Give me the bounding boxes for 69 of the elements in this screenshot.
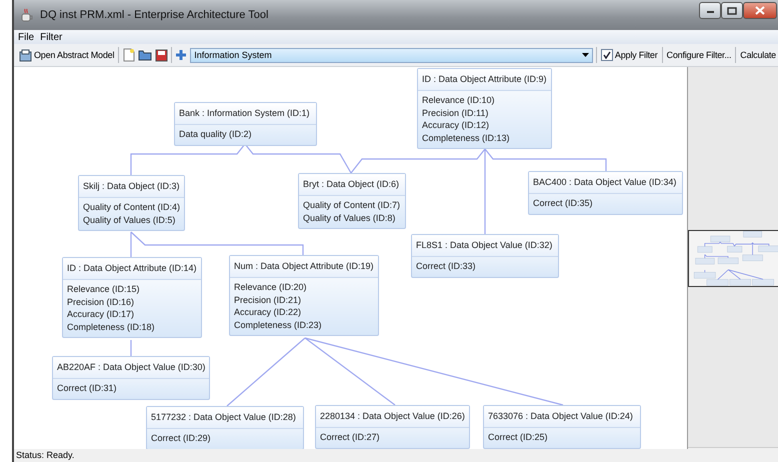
configure-filter-button[interactable]: Configure Filter... xyxy=(666,45,732,65)
node-title: AB220AF : Data Object Value (ID:30) xyxy=(57,361,206,374)
node-title: Bank : Information System (ID:1) xyxy=(179,107,310,120)
node-title: Bryt : Data Object (ID:6) xyxy=(303,178,400,191)
dropdown-arrow-icon xyxy=(582,53,589,57)
node-attribute: Quality of Values (ID:5) xyxy=(83,214,176,226)
class-node[interactable]: ID : Data Object Attribute (ID:9) Relevance (ID:10) Precision (ID:11) Accuracy (ID:12) Completeness (ID:13) xyxy=(417,68,552,150)
node-title: ID : Data Object Attribute (ID:9) xyxy=(422,73,547,86)
status-text: Status: Ready. xyxy=(16,450,74,460)
window-title: DQ inst PRM.xml - Enterprise Architecture Tool xyxy=(40,9,270,21)
class-node[interactable]: 2280134 : Data Object Value (ID:26) Correct (ID:27) xyxy=(315,405,470,449)
node-attribute: Data quality (ID:2) xyxy=(179,128,253,141)
type-combo-box[interactable]: Information System xyxy=(190,48,593,62)
node-attribute: Correct (ID:29) xyxy=(151,432,212,445)
node-title: ID : Data Object Attribute (ID:14) xyxy=(67,262,197,275)
menu-item[interactable]: File xyxy=(18,32,34,42)
folder-icon[interactable] xyxy=(138,49,152,61)
maximize-button[interactable] xyxy=(721,2,743,19)
node-attribute: Correct (ID:25) xyxy=(488,431,549,444)
node-title: Skilj : Data Object (ID:3) xyxy=(83,180,180,193)
plus-icon[interactable] xyxy=(175,49,188,61)
model-icon xyxy=(19,48,32,62)
node-title: 2280134 : Data Object Value (ID:26) xyxy=(320,410,465,423)
calculate-button[interactable]: Calculate xyxy=(739,45,777,65)
check-icon xyxy=(602,51,611,59)
minimize-button[interactable] xyxy=(699,2,721,19)
node-attribute: Quality of Content (ID:7) xyxy=(303,199,401,212)
class-node[interactable]: BAC400 : Data Object Value (ID:34) Correct (ID:35) xyxy=(528,171,683,215)
node-attribute: Correct (ID:31) xyxy=(57,382,118,395)
node-attribute: Accuracy (ID:12) xyxy=(422,119,490,132)
node-attribute: Precision (ID:16) xyxy=(67,296,136,308)
node-attribute: Completeness (ID:13) xyxy=(422,132,511,144)
connector-line xyxy=(130,340,132,356)
apply-filter-checkbox[interactable]: Apply Filter xyxy=(600,45,659,65)
node-attribute: Quality of Content (ID:4) xyxy=(83,201,180,214)
class-node[interactable]: Bryt : Data Object (ID:6) Quality of Content (ID:7) Quality of Values (ID:8) xyxy=(298,173,406,230)
close-button[interactable] xyxy=(743,2,777,19)
open-model-button[interactable]: Open Abstract Model xyxy=(18,45,116,65)
node-attribute: Accuracy (ID:22) xyxy=(234,306,302,319)
node-title: 5177232 : Data Object Value (ID:28) xyxy=(151,411,296,424)
node-attribute: Correct (ID:27) xyxy=(320,431,381,444)
node-title: FL8S1 : Data Object Value (ID:32) xyxy=(416,239,552,252)
node-attribute: Precision (ID:21) xyxy=(234,294,302,306)
class-node[interactable]: 5177232 : Data Object Value (ID:28) Correct (ID:29) xyxy=(146,406,304,449)
node-attribute: Accuracy (ID:17) xyxy=(67,308,136,321)
class-node[interactable]: FL8S1 : Data Object Value (ID:32) Correct (ID:33) xyxy=(411,234,559,278)
node-title: Num : Data Object Attribute (ID:19) xyxy=(234,260,374,273)
class-node[interactable]: AB220AF : Data Object Value (ID:30) Correct (ID:31) xyxy=(52,356,210,400)
node-attribute: Precision (ID:11) xyxy=(422,106,490,120)
class-node[interactable]: Bank : Information System (ID:1) Data quality (ID:2) xyxy=(174,102,317,146)
node-attribute: Quality of Values (ID:8) xyxy=(303,212,396,224)
node-attribute: Correct (ID:33) xyxy=(416,260,477,273)
menu-item[interactable]: Filter xyxy=(40,32,62,42)
class-node[interactable]: ID : Data Object Attribute (ID:14) Relevance (ID:15) Precision (ID:16) Accuracy (ID:17) Completeness (ID:18) xyxy=(62,257,202,338)
node-attribute: Completeness (ID:23) xyxy=(234,318,323,332)
save-icon[interactable] xyxy=(155,48,168,62)
class-node[interactable]: Num : Data Object Attribute (ID:19) Relevance (ID:20) Precision (ID:21) Accuracy (ID:22) Completeness (ID:23) xyxy=(229,255,379,336)
class-node[interactable]: Skilj : Data Object (ID:3) Quality of Content (ID:4) Quality of Values (ID:5) xyxy=(78,175,186,232)
node-attribute: Relevance (ID:20) xyxy=(234,281,308,294)
node-title: 7633076 : Data Object Value (ID:24) xyxy=(488,410,633,423)
node-attribute: Relevance (ID:15) xyxy=(67,283,141,296)
node-title: BAC400 : Data Object Value (ID:34) xyxy=(533,176,676,189)
node-attribute: Correct (ID:35) xyxy=(533,197,594,210)
node-attribute: Completeness (ID:18) xyxy=(67,320,156,334)
close-icon xyxy=(755,6,765,15)
cup-icon xyxy=(20,8,34,22)
maximize-icon xyxy=(727,6,737,14)
node-attribute: Relevance (ID:10) xyxy=(422,94,496,107)
class-node[interactable]: 7633076 : Data Object Value (ID:24) Correct (ID:25) xyxy=(483,405,641,449)
